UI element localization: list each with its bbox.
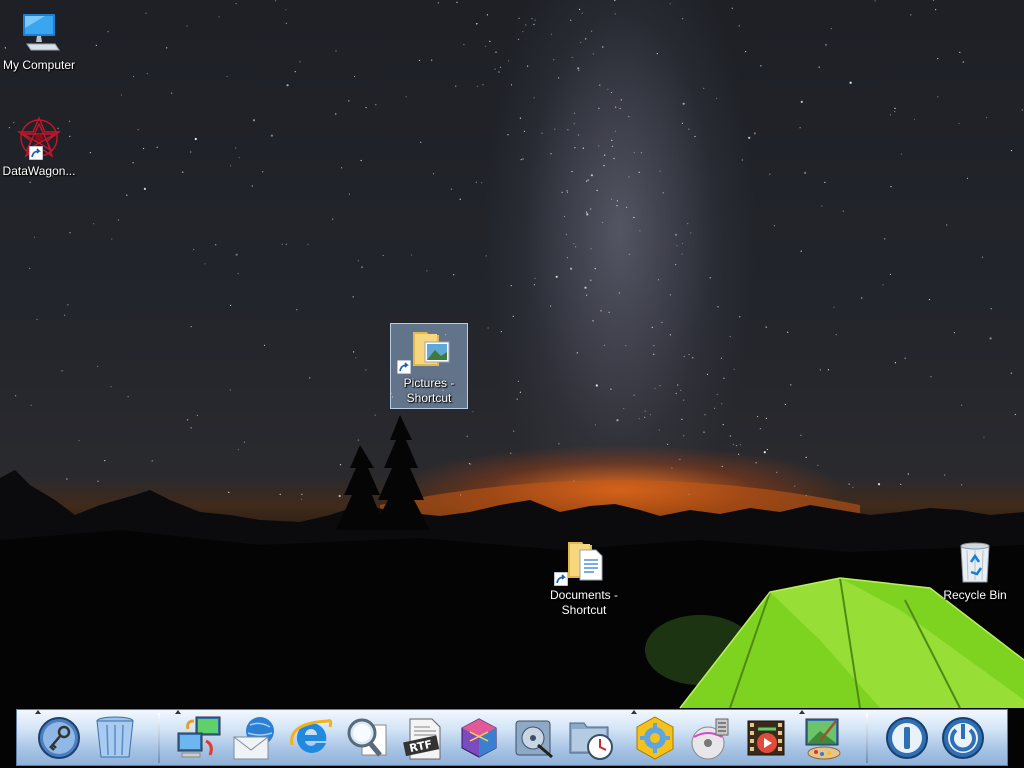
- dock-item-mail[interactable]: [229, 712, 281, 764]
- settings-gear-icon: [636, 716, 674, 760]
- dock-separator: [158, 713, 160, 763]
- desktop-icon-recycle-bin[interactable]: Recycle Bin: [936, 538, 1014, 603]
- disk-utility-icon: [515, 720, 553, 759]
- paint-monitor-icon: [805, 718, 841, 760]
- desktop-icon-datawagon[interactable]: DataWagon...: [0, 114, 78, 179]
- dock-item-folder-clock[interactable]: [565, 712, 617, 764]
- dock-item-media-player[interactable]: [685, 712, 737, 764]
- video-film-icon: [747, 720, 785, 756]
- media-player-icon: [691, 718, 729, 760]
- power-icon: [942, 717, 984, 759]
- dock-item-video[interactable]: [741, 712, 793, 764]
- dock-item-rtf[interactable]: RTF: [397, 712, 449, 764]
- recycle-bin-icon: [960, 542, 990, 583]
- desktop-icon-my-computer[interactable]: My Computer: [0, 8, 78, 73]
- desktop-icon-label: Documents - Shortcut: [549, 588, 619, 617]
- dock-item-internet-explorer[interactable]: [285, 712, 337, 764]
- rtf-document-icon: RTF: [403, 718, 441, 760]
- shortcut-arrow-icon: [554, 572, 568, 586]
- cube-app-icon: [461, 718, 497, 758]
- running-indicator: [799, 710, 805, 714]
- night-landscape: [0, 415, 1024, 768]
- desktop-icon-pictures-shortcut[interactable]: Pictures - Shortcut: [390, 323, 468, 409]
- my-computer-icon: [23, 14, 60, 51]
- dock-item-network[interactable]: [173, 710, 225, 764]
- dock-item-power[interactable]: [937, 712, 989, 764]
- desktop-icon-label: Recycle Bin: [943, 588, 1007, 602]
- logoff-icon: [886, 717, 928, 759]
- dock-item-cube-app[interactable]: [453, 712, 505, 764]
- running-indicator: [175, 710, 181, 714]
- dock-item-trash[interactable]: [89, 712, 141, 764]
- network-computers-icon: [177, 716, 221, 758]
- desktop-icon-label: My Computer: [2, 58, 76, 72]
- desktop-background[interactable]: My Computer DataWagon... Pictures - Shor…: [0, 0, 1024, 768]
- pictures-shortcut-icon: [413, 332, 450, 366]
- dock-item-magnifier[interactable]: [341, 712, 393, 764]
- pine-trees: [336, 415, 430, 530]
- magnifier-icon: [347, 718, 387, 757]
- dock-item-logoff[interactable]: [881, 712, 933, 764]
- dock-bar: RTF: [16, 709, 1008, 766]
- trash-icon: [96, 716, 134, 758]
- desktop-icon-label: DataWagon...: [2, 164, 76, 178]
- desktop-icon-documents-shortcut[interactable]: Documents - Shortcut: [545, 538, 623, 618]
- internet-explorer-icon: [290, 719, 333, 753]
- shortcut-arrow-icon: [29, 146, 43, 160]
- dock-item-paint[interactable]: [797, 710, 849, 764]
- dock-item-settings[interactable]: [629, 710, 681, 764]
- key-search-icon: [38, 717, 80, 759]
- dock-item-key-search[interactable]: [33, 710, 85, 764]
- folder-clock-icon: [569, 722, 613, 760]
- running-indicator: [35, 710, 41, 714]
- desktop-icon-label: Pictures - Shortcut: [403, 376, 455, 405]
- shortcut-arrow-icon: [397, 360, 411, 374]
- running-indicator: [631, 710, 637, 714]
- dock-item-disk-utility[interactable]: [509, 712, 561, 764]
- mail-globe-icon: [233, 717, 274, 760]
- dock-separator: [866, 713, 868, 763]
